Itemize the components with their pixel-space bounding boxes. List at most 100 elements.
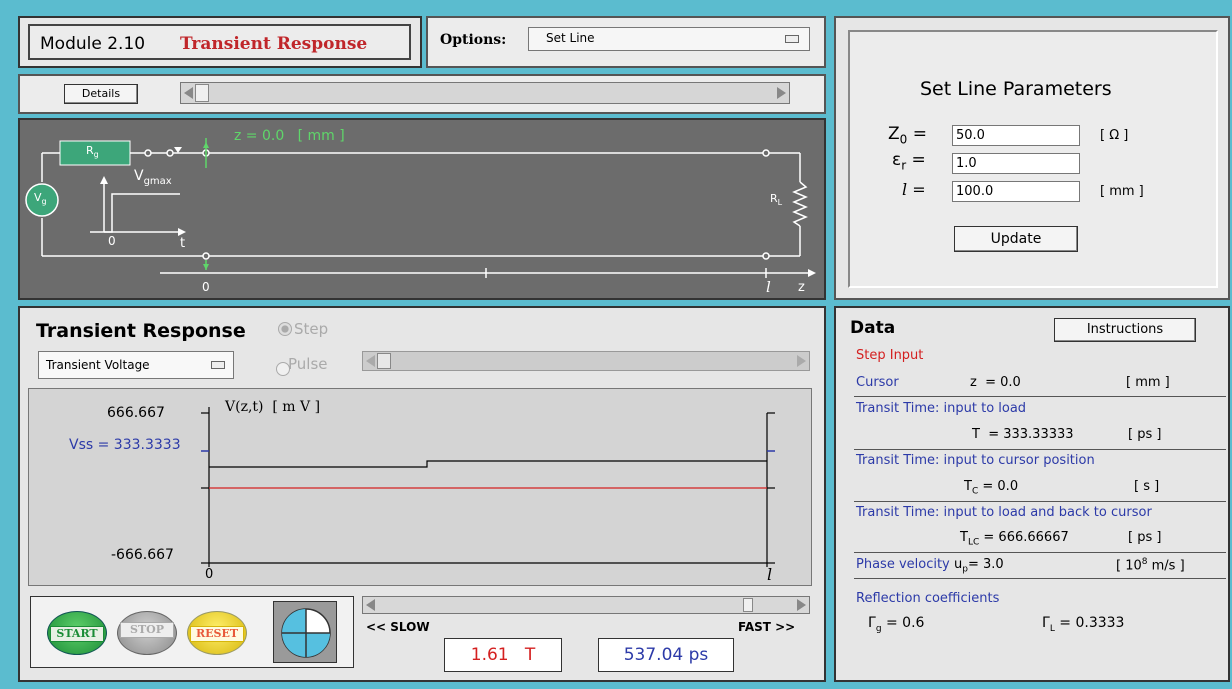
divider xyxy=(854,552,1226,553)
instructions-button[interactable]: Instructions xyxy=(1054,318,1196,342)
cursor-label: Cursor xyxy=(856,375,899,390)
vg-label: Vg xyxy=(34,191,47,207)
set-line-inner: Set Line Parameters Z0 = 50.0 [ Ω ] εr =… xyxy=(848,30,1218,288)
gamma-g-value: Γg = 0.6 xyxy=(868,615,925,634)
data-panel: Data Instructions Step Input Cursor z = … xyxy=(834,306,1230,682)
options-panel: Options: Set Line xyxy=(426,16,826,68)
scroll-right-icon[interactable] xyxy=(797,355,806,367)
plot-ymax: 666.667 xyxy=(107,405,165,421)
update-button[interactable]: Update xyxy=(954,226,1078,252)
step-input-label: Step Input xyxy=(856,348,924,363)
z0-unit: [ Ω ] xyxy=(1100,128,1129,143)
z0-label: Z0 = xyxy=(888,124,927,147)
vgmax-label: Vgmax xyxy=(134,168,172,187)
header-panel: Module 2.10 Transient Response xyxy=(18,16,422,68)
stop-label: STOP xyxy=(120,622,174,638)
z-zero-label: 0 xyxy=(202,280,210,294)
signal-dropdown-value: Transient Voltage xyxy=(46,358,150,372)
l-label: l xyxy=(766,278,771,296)
speed-slider[interactable] xyxy=(362,596,810,614)
phase-velocity-label: Phase velocity xyxy=(856,557,950,572)
tc-unit: [ s ] xyxy=(1134,479,1160,494)
circuit-diagram xyxy=(25,138,816,278)
tt-load-value: T = 333.33333 xyxy=(972,427,1074,442)
up-unit: [ 108 m/s ] xyxy=(1116,557,1185,574)
tt-back-label: Transit Time: input to load and back to … xyxy=(856,505,1152,520)
divider xyxy=(854,449,1226,450)
er-label: εr = xyxy=(892,150,926,173)
divider xyxy=(854,501,1226,502)
er-input[interactable]: 1.0 xyxy=(952,153,1080,174)
tc-value: TC = 0.0 xyxy=(964,479,1019,497)
time-ps-readout: 537.04 ps xyxy=(598,638,734,672)
options-label: Options: xyxy=(440,32,507,48)
cursor-value: z = 0.0 xyxy=(970,375,1021,390)
slider-thumb[interactable] xyxy=(743,598,753,612)
step-label[interactable]: Step xyxy=(294,320,328,338)
scroll-left-icon[interactable] xyxy=(184,87,193,99)
data-title: Data xyxy=(850,318,896,338)
details-button[interactable]: Details xyxy=(64,84,138,104)
dropdown-arrow-icon xyxy=(785,35,799,43)
length-input[interactable]: 100.0 xyxy=(952,181,1080,202)
scroll-thumb[interactable] xyxy=(377,353,391,369)
length-unit: [ mm ] xyxy=(1100,184,1144,199)
signal-dropdown[interactable]: Transient Voltage xyxy=(38,351,234,379)
options-dropdown[interactable]: Set Line xyxy=(528,27,810,51)
scroll-left-icon[interactable] xyxy=(366,355,375,367)
tlc-value: TLC = 666.66667 xyxy=(960,530,1069,548)
pulse-label[interactable]: Pulse xyxy=(288,355,328,373)
stop-button[interactable]: STOP xyxy=(117,611,177,655)
plot-x0: 0 xyxy=(205,567,214,582)
slider-right-icon[interactable] xyxy=(797,599,806,611)
slow-label: << SLOW xyxy=(366,620,430,634)
divider xyxy=(854,396,1226,397)
dropdown-arrow-icon xyxy=(211,361,225,369)
time-ps-value: 537.04 ps xyxy=(623,645,709,665)
slider-left-icon[interactable] xyxy=(366,599,375,611)
cursor-readout: z = 0.0 [ mm ] xyxy=(234,128,345,144)
time-T-readout: 1.61 T xyxy=(444,638,562,672)
z-axis-label: z xyxy=(798,280,805,295)
scroll-thumb[interactable] xyxy=(195,84,209,102)
details-bar: Details xyxy=(18,74,826,114)
plot-vss: Vss = 333.3333 xyxy=(69,437,181,453)
details-scrollbar[interactable] xyxy=(180,82,790,104)
divider xyxy=(854,578,1226,579)
time-T-value: 1.61 T xyxy=(470,645,536,665)
step-radio[interactable] xyxy=(278,322,292,336)
rg-label: Rg xyxy=(86,144,99,160)
module-title: Transient Response xyxy=(180,34,368,54)
plot-ylabel: V(z,t) [ m V ] xyxy=(225,399,321,415)
title-box: Module 2.10 Transient Response xyxy=(28,24,411,60)
plot-xl: l xyxy=(767,565,773,584)
length-label: l = xyxy=(902,180,926,199)
reflection-label: Reflection coefficients xyxy=(856,591,1000,606)
progress-pie-icon xyxy=(281,608,331,658)
start-label: START xyxy=(50,626,104,642)
progress-dial xyxy=(273,601,337,663)
tt-cursor-label: Transit Time: input to cursor position xyxy=(856,453,1095,468)
step-origin-label: 0 xyxy=(108,234,116,248)
tt-load-unit: [ ps ] xyxy=(1128,427,1162,442)
pulse-scrollbar[interactable] xyxy=(362,351,810,371)
plot-ymin: -666.667 xyxy=(111,547,174,563)
tlc-unit: [ ps ] xyxy=(1128,530,1162,545)
playback-box: START STOP RESET xyxy=(30,596,354,668)
z0-input[interactable]: 50.0 xyxy=(952,125,1080,146)
options-selected: Set Line xyxy=(546,31,595,45)
transient-panel: Transient Response Step Transient Voltag… xyxy=(18,306,826,682)
gamma-l-value: ΓL = 0.3333 xyxy=(1042,615,1125,634)
transient-title: Transient Response xyxy=(36,320,246,342)
cursor-unit: [ mm ] xyxy=(1126,375,1170,390)
tt-load-label: Transit Time: input to load xyxy=(856,401,1027,416)
plot-area: V(z,t) [ m V ] 666.667 Vss = 333.3333 -6… xyxy=(28,388,812,586)
reset-button[interactable]: RESET xyxy=(187,611,247,655)
scroll-right-icon[interactable] xyxy=(777,87,786,99)
rl-label: RL xyxy=(770,192,783,208)
t-axis-label: t xyxy=(180,236,186,251)
circuit-panel: Rg Vg Vgmax 0 t RL z = 0.0 [ mm ] 0 l z xyxy=(18,118,826,300)
set-line-panel: Set Line Parameters Z0 = 50.0 [ Ω ] εr =… xyxy=(834,16,1230,300)
reset-label: RESET xyxy=(190,626,244,642)
start-button[interactable]: START xyxy=(47,611,107,655)
